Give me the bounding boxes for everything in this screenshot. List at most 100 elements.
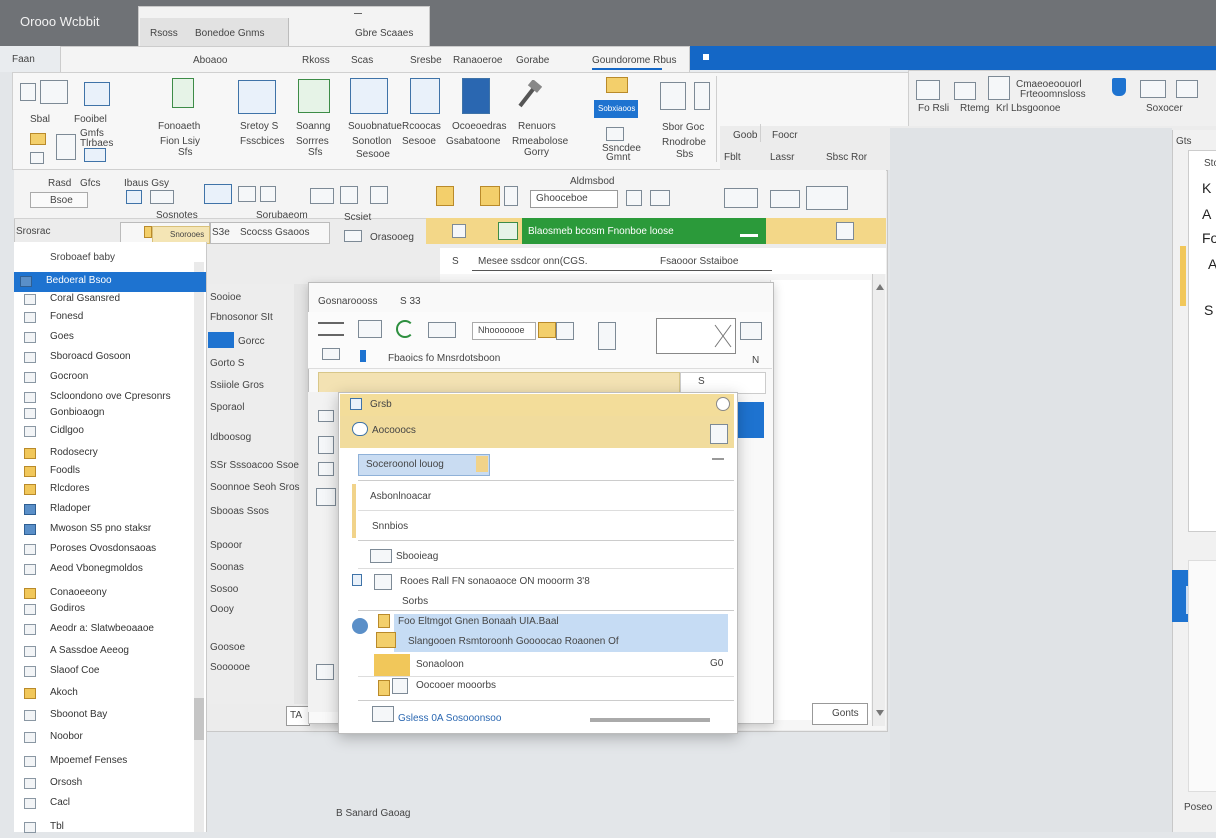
grid-icon[interactable] [84,148,106,162]
toolbar-icon-7[interactable] [340,186,358,204]
sidebar-item[interactable]: Slaoof Coe [18,662,198,682]
sidebar-item[interactable]: Poroses Ovosdonsaoas [18,540,198,560]
ribbon-tab-2[interactable]: Rkoss [302,55,330,66]
sidebar-item[interactable]: Rlcdores [18,480,198,500]
dialog1-icon-7[interactable] [740,322,762,340]
middle-panel-item[interactable]: Oooy [210,604,234,615]
toolbar-icon-yel[interactable] [144,226,152,238]
sidebar-item[interactable]: Rodosecry [18,444,198,464]
document-icon[interactable] [410,78,440,114]
sidebar-item[interactable]: Coral Gsansred [18,290,198,310]
sidebar-item[interactable]: Cidlgoo [18,422,198,442]
dialog2-footer-bar[interactable] [590,718,710,722]
sidebar-item[interactable]: Orsosh [18,774,198,794]
ribbon-tab-4[interactable]: Sresbe [410,55,442,66]
dialog2-item-1[interactable]: Snnbios [372,521,408,532]
toolbar-icon-17[interactable] [806,186,848,210]
right-ribbon-icon-3[interactable] [988,76,1010,100]
sidebar-item[interactable]: A Sassdoe Aeeog [18,642,198,662]
toolbar-icon-11[interactable] [480,186,500,206]
toolbar-icon-3[interactable] [204,184,232,204]
dialog2-item-4[interactable]: Sorbs [402,596,428,607]
dialog1-icon-6[interactable] [598,322,616,350]
sidebar-item[interactable]: Gocroon [18,368,198,388]
folder-icon[interactable] [30,133,46,145]
dialog1-blue-box[interactable] [736,402,764,438]
sidebar-item[interactable]: Sboroacd Gosoon [18,348,198,368]
sidebar-item[interactable]: Foodls [18,462,198,482]
sidebar-item[interactable]: Aeodr a: Slatwbeoaaoe [18,620,198,640]
toolbar-icon-16[interactable] [770,190,800,208]
highlight-icon[interactable] [606,77,628,93]
hammer-icon[interactable] [516,79,543,110]
toolbar-icon-5[interactable] [260,186,276,202]
small-icon-a[interactable] [30,152,44,164]
dialog1-icon-8[interactable] [322,348,340,360]
middle-panel-blue[interactable] [208,332,234,348]
dialog1-col-icon-1[interactable] [318,410,334,422]
scroll-down-arrow[interactable] [876,710,884,716]
dialog1-inner-right[interactable] [680,372,766,394]
toolbar-icon-2[interactable] [150,190,174,204]
sidebar-item[interactable]: Cacl [18,794,198,814]
dialog1-col-icon-2[interactable] [318,436,334,454]
sidebar-item[interactable]: Aeod Vbonegmoldos [18,560,198,580]
sidebar-item[interactable]: Tbl [18,818,198,838]
paste-icon[interactable] [40,80,68,104]
middle-panel-item[interactable]: Idboosog [210,432,251,443]
right-ribbon-icon-5[interactable] [1176,80,1198,98]
middle-panel-item[interactable]: SSr Sssoacoo Ssoe [210,460,299,471]
middle-panel-item[interactable]: Ssiiole Gros [210,380,264,391]
middle-scroll[interactable] [294,284,308,704]
flask-icon[interactable] [1112,78,1126,96]
sidebar-item[interactable]: Godiros [18,600,198,620]
sidebar-item[interactable]: Goes [18,328,198,348]
middle-panel-item[interactable]: Sooioe [210,292,241,303]
toolbar-icon-1[interactable] [126,190,142,204]
sidebar-item[interactable]: Noobor [18,728,198,748]
notif-icon-2[interactable] [498,222,518,240]
toolbar-icon-9[interactable] [344,230,362,242]
layout-icon[interactable] [350,78,388,114]
dialog1-col-icon-3[interactable] [318,462,334,476]
middle-panel-item[interactable]: Sosoo [210,584,238,595]
dialog2-item-2[interactable]: Sbooieag [396,551,438,562]
sidebar-item[interactable]: Bedoeral Bsoo [14,272,206,292]
puzzle-icon[interactable] [172,78,194,108]
middle-panel-item[interactable]: Gorcc [238,336,265,347]
middle-panel-item[interactable]: Soonnoe Seoh Sros [210,482,300,493]
sidebar-item[interactable]: Mwoson S5 pno staksr [18,520,198,540]
dialog2-doc-icon[interactable] [710,424,728,444]
list-icon[interactable] [660,82,686,110]
right-panel-scroll[interactable] [1188,560,1216,792]
dialog1-icon-1[interactable] [318,322,344,336]
notif-arrow-icon[interactable] [740,226,758,237]
middle-panel-item[interactable]: Sporaol [210,402,244,413]
format-painter-icon[interactable] [84,82,110,106]
toolbar-icon-15[interactable] [724,188,758,208]
tab-3[interactable]: Gbre Scaaes [355,28,413,39]
file-tab[interactable]: Faan [12,54,35,65]
table-icon[interactable] [56,134,76,160]
toolbar-icon-12[interactable] [504,186,518,206]
middle-panel-item[interactable]: Gorto S [210,358,244,369]
toolbar-icon-13[interactable] [626,190,642,206]
ribbon-tab-3[interactable]: Scas [351,55,373,66]
report-icon[interactable] [462,78,490,114]
picture-icon[interactable] [238,80,276,114]
middle-panel-item[interactable]: Soooooe [210,662,250,673]
scroll-up-arrow[interactable] [876,284,884,290]
sidebar-item[interactable]: Mpoemef Fenses [18,752,198,772]
dialog2-item-5[interactable]: Foo Eltmgot Gnen Bonaah UIA.Baal [398,616,559,627]
scrollbar[interactable] [872,274,885,726]
right-ribbon-icon-4[interactable] [1140,80,1166,98]
middle-panel-item[interactable]: Goosoe [210,642,245,653]
dialog1-icon-3[interactable] [428,322,456,338]
ribbon-tab-1[interactable]: Aboaoo [193,55,227,66]
sidebar-item[interactable]: Rladoper [18,500,198,520]
list-icon-2[interactable] [694,82,710,110]
dialog1-icon-5[interactable] [556,322,574,340]
sidebar-item[interactable]: Sboonot Bay [18,706,198,726]
ribbon-tab-5[interactable]: Ranaoeroe [453,55,502,66]
middle-panel-item[interactable]: Sbooas Ssos [210,506,269,517]
